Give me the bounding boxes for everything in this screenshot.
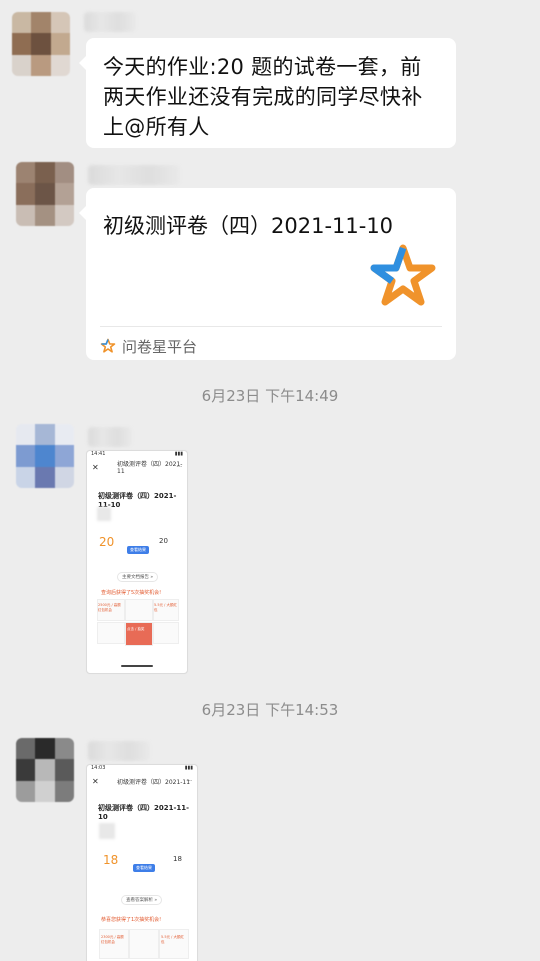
- star-icon: [100, 338, 116, 353]
- timestamp: 6月23日 下午14:49: [201, 387, 339, 405]
- inner-link: 主要文档报告 »: [117, 572, 159, 582]
- inner-tile: [125, 599, 153, 621]
- inner-notice: 恭喜您获得了1次抽奖机会!: [101, 917, 162, 923]
- message-text: 今天的作业:20 题的试卷一套，前两天作业还没有完成的同学尽快补上@所有人: [103, 55, 423, 139]
- inner-score: 18: [103, 853, 119, 867]
- inner-nav-bar: ✕ 初级测评卷（四）2021-11 ···: [92, 776, 192, 786]
- image-message[interactable]: 14:41 ▮▮▮ ✕ 初级测评卷（四）2021-11 ··· 初级测评卷（四）2…: [86, 450, 188, 674]
- inner-chip: 查看结果: [133, 864, 155, 872]
- blurred-content: [99, 823, 115, 839]
- avatar[interactable]: [16, 162, 74, 226]
- inner-status-bar: 14:03 ▮▮▮: [91, 765, 193, 771]
- inner-nav-bar: ✕ 初级测评卷（四）2021-11 ···: [92, 461, 183, 475]
- inner-score: 20: [99, 535, 115, 549]
- inner-chip: 查看结果: [127, 546, 149, 554]
- image-message[interactable]: 14:03 ▮▮▮ ✕ 初级测评卷（四）2021-11 ··· 初级测评卷（四）2…: [86, 764, 198, 961]
- inner-title: 初级测评卷（四）2021-11-10: [98, 804, 190, 821]
- avatar[interactable]: [12, 12, 70, 76]
- inner-tile: [129, 929, 159, 959]
- sender-name: [84, 12, 136, 32]
- star-icon: [370, 244, 436, 306]
- card-title: 初级测评卷（四）2021-11-10: [103, 214, 394, 238]
- sender-name: [88, 165, 180, 185]
- avatar[interactable]: [16, 738, 74, 802]
- timestamp: 6月23日 下午14:53: [201, 701, 339, 719]
- blurred-content: [97, 507, 111, 521]
- inner-tile-highlight: [125, 622, 153, 646]
- message-bubble[interactable]: 今天的作业:20 题的试卷一套，前两天作业还没有完成的同学尽快补上@所有人: [79, 38, 456, 148]
- inner-count: 20: [159, 537, 168, 545]
- card-source: 问卷星平台: [100, 334, 197, 358]
- inner-notice: 查询后获得了5次抽奖机会!: [101, 590, 162, 596]
- inner-tile: [97, 622, 125, 644]
- inner-tile: [153, 622, 179, 644]
- inner-link: 查看答案解析 »: [121, 895, 163, 905]
- inner-home-bar: [121, 665, 153, 667]
- inner-status-bar: 14:41 ▮▮▮: [91, 451, 183, 457]
- card-divider: [100, 326, 442, 327]
- close-icon: ✕: [92, 462, 99, 472]
- inner-title: 初级测评卷（四）2021-11-10: [98, 492, 177, 509]
- sender-name: [88, 741, 150, 761]
- card-source-label: 问卷星平台: [122, 337, 198, 356]
- inner-count: 18: [173, 855, 182, 863]
- more-icon: ···: [176, 463, 182, 471]
- avatar[interactable]: [16, 424, 74, 488]
- link-card[interactable]: 初级测评卷（四）2021-11-10 问卷星平台: [79, 188, 456, 360]
- close-icon: ✕: [92, 776, 99, 786]
- more-icon: ···: [186, 777, 192, 785]
- sender-name: [88, 427, 132, 447]
